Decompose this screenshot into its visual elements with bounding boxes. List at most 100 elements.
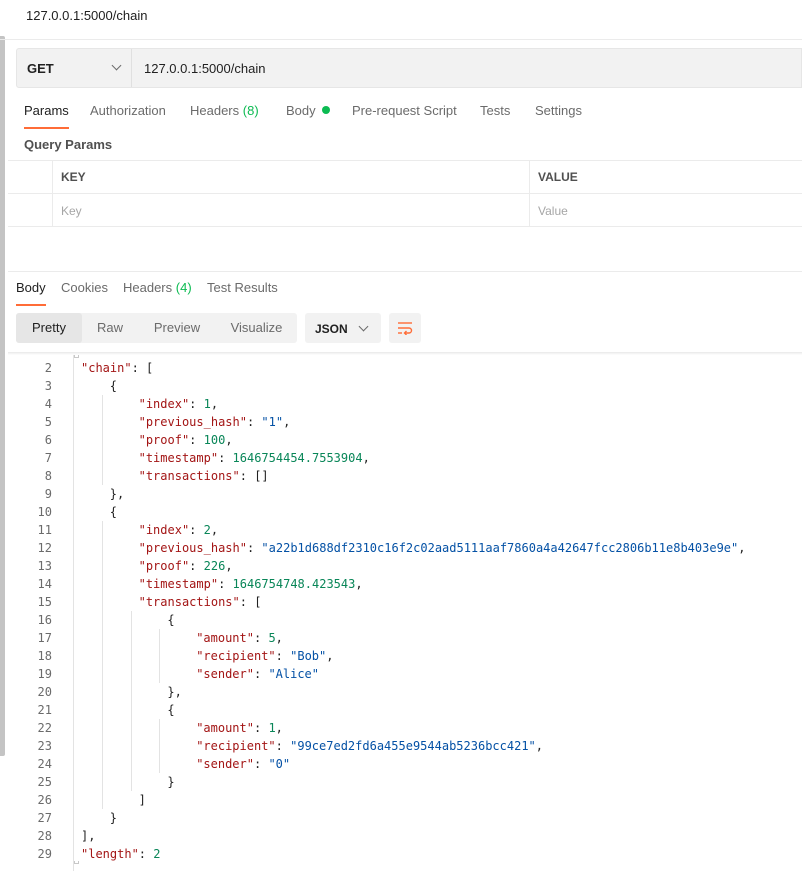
code-token: {: [167, 613, 175, 627]
code-line: 5 "previous_hash": "1",: [8, 413, 802, 431]
code-token: }: [167, 775, 175, 789]
code-line: 20},: [8, 683, 802, 701]
code-content: "proof": 100,: [139, 431, 233, 449]
tab-label: Test Results: [207, 280, 278, 295]
code-token: "transactions": [138, 595, 240, 609]
method-select[interactable]: GET: [17, 49, 132, 87]
code-token: 226: [203, 559, 226, 573]
line-number: 26: [37, 793, 52, 807]
response-tab-test-results[interactable]: Test Results: [207, 280, 278, 306]
code-content: "proof": 226,: [139, 557, 233, 575]
param-value-input[interactable]: Value: [530, 194, 802, 227]
view-mode-group: Pretty Raw Preview Visualize: [16, 313, 297, 343]
code-line: 24 "sender": "0": [8, 755, 802, 773]
wrap-lines-button[interactable]: [389, 313, 421, 343]
response-tab-headers[interactable]: Headers (4): [123, 280, 192, 306]
view-mode-raw[interactable]: Raw: [82, 313, 138, 343]
line-number: 20: [37, 685, 52, 699]
code-line: 21 {: [8, 701, 802, 719]
code-token: 5: [268, 631, 276, 645]
response-tab-cookies[interactable]: Cookies: [61, 280, 108, 306]
tab-label: Authorization: [90, 103, 166, 118]
tab-authorization[interactable]: Authorization: [90, 103, 166, 129]
code-token: :: [138, 847, 154, 861]
view-mode-visualize[interactable]: Visualize: [216, 313, 297, 343]
params-check-cell: [8, 194, 53, 227]
code-content: "index": 2,: [139, 521, 219, 539]
params-check-header: [8, 161, 53, 194]
code-content: {: [167, 611, 174, 629]
line-number: 21: [37, 703, 52, 717]
code-content: },: [167, 683, 181, 701]
code-line: 27}: [8, 809, 802, 827]
code-token: :: [275, 649, 291, 663]
tab-headers[interactable]: Headers (8): [190, 103, 259, 129]
body-status-dot-icon: [321, 106, 330, 114]
code-content: "amount": 5,: [196, 629, 283, 647]
response-code-view[interactable]: 2 "chain": [3{4 "index": 1, 5 "previous_hash…: [8, 355, 802, 874]
line-number: 15: [37, 595, 52, 609]
code-token: :: [246, 541, 262, 555]
line-number: 6: [44, 433, 52, 447]
line-number: 9: [44, 487, 52, 501]
code-token: 100: [203, 433, 226, 447]
code-token: ,: [738, 541, 746, 555]
line-number: 4: [44, 397, 52, 411]
param-key-input[interactable]: Key: [53, 194, 530, 227]
code-content: }: [110, 809, 117, 827]
code-content: "timestamp": 1646754748.423543,: [139, 575, 363, 593]
code-token: "0": [268, 757, 291, 771]
code-content: "amount": 1,: [196, 719, 283, 737]
line-number: 16: [37, 613, 52, 627]
tab-pre-request-script[interactable]: Pre-request Script: [352, 103, 457, 129]
tab-label: Cookies: [61, 280, 108, 295]
code-line: 14 "timestamp": 1646754748.423543,: [8, 575, 802, 593]
code-token: "a22b1d688df2310c16f2c02aad5111aaf7860a4…: [261, 541, 739, 555]
code-token: ]: [138, 793, 146, 807]
code-token: 1646754454.7553904: [232, 451, 363, 465]
code-token: ,: [355, 577, 363, 591]
code-content: "transactions": [: [139, 593, 262, 611]
params-header-row: KEY VALUE: [8, 161, 802, 194]
window-scrollbar[interactable]: [0, 36, 5, 756]
code-content: "recipient": "99ce7ed2fd6a455e9544ab5236…: [196, 737, 543, 755]
response-tab-body[interactable]: Body: [16, 280, 46, 306]
view-mode-pretty[interactable]: Pretty: [16, 313, 82, 343]
line-number: 17: [37, 631, 52, 645]
tab-params[interactable]: Params: [24, 103, 69, 129]
key-column-header: KEY: [53, 161, 530, 194]
code-content: ],: [81, 827, 95, 845]
code-token: },: [167, 685, 182, 699]
format-select[interactable]: JSON: [305, 313, 381, 343]
code-content: "sender": "0": [196, 755, 290, 773]
fold-icon: [74, 355, 79, 358]
tab-tests[interactable]: Tests: [480, 103, 510, 129]
line-number: 7: [44, 451, 52, 465]
request-title: 127.0.0.1:5000/chain: [26, 8, 148, 23]
code-token: :: [189, 397, 204, 411]
response-headers-count-badge: (4): [175, 280, 192, 295]
line-number: 22: [37, 721, 52, 735]
view-mode-preview[interactable]: Preview: [138, 313, 216, 343]
code-token: "Alice": [268, 667, 320, 681]
code-token: ,: [225, 433, 233, 447]
code-line: 17 "amount": 5,: [8, 629, 802, 647]
tab-settings[interactable]: Settings: [535, 103, 582, 129]
code-line: 3{: [8, 377, 802, 395]
code-token: :: [189, 523, 204, 537]
code-token: "previous_hash": [138, 541, 247, 555]
line-number: 24: [37, 757, 52, 771]
response-divider: [8, 271, 802, 272]
url-input[interactable]: 127.0.0.1:5000/chain: [144, 61, 265, 76]
key-placeholder: Key: [61, 204, 82, 218]
title-bar: 127.0.0.1:5000/chain: [0, 0, 802, 40]
params-empty-row: Key Value: [8, 194, 802, 227]
code-token: 1646754748.423543: [232, 577, 356, 591]
tab-body[interactable]: Body: [286, 103, 330, 129]
code-content: "timestamp": 1646754454.7553904,: [139, 449, 370, 467]
code-content: "sender": "Alice": [196, 665, 319, 683]
code-line: 9},: [8, 485, 802, 503]
code-token: 2: [153, 847, 161, 861]
code-token: "recipient": [196, 649, 276, 663]
line-number: 23: [37, 739, 52, 753]
